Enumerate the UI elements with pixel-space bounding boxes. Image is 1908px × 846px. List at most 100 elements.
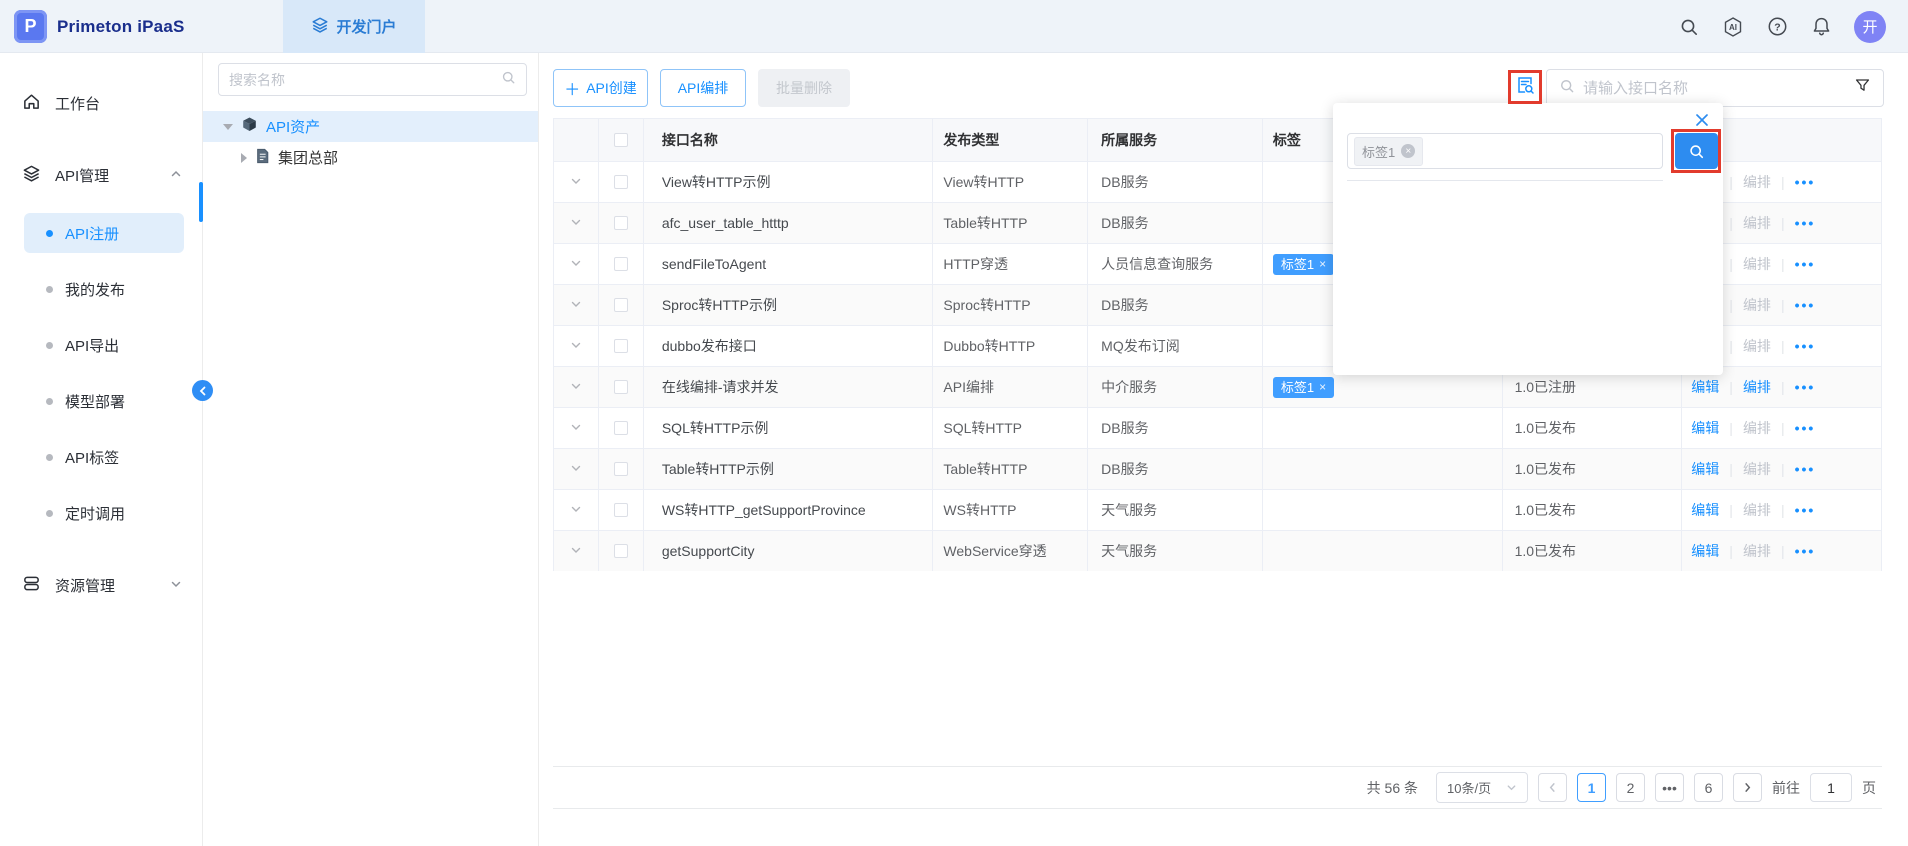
- tree-node-api-assets[interactable]: API资产: [203, 111, 538, 142]
- sidebar-item-scheduled-call[interactable]: 定时调用: [24, 493, 184, 533]
- row-checkbox[interactable]: [614, 380, 628, 394]
- ai-assistant-icon[interactable]: AI: [1722, 16, 1744, 38]
- layers-icon: [22, 164, 41, 187]
- chevron-down-icon[interactable]: [570, 297, 582, 313]
- row-checkbox[interactable]: [614, 216, 628, 230]
- tree-search-box: [218, 63, 527, 96]
- row-action-orchestrate[interactable]: 编排: [1743, 254, 1771, 274]
- row-action-more[interactable]: •••: [1795, 461, 1816, 477]
- api-create-button[interactable]: ＋ API创建: [553, 69, 648, 107]
- tree-expand-icon[interactable]: [223, 124, 233, 130]
- tree-node-api-assets-label: API资产: [266, 116, 320, 137]
- batch-delete-button[interactable]: 批量删除: [758, 69, 850, 107]
- action-divider: |: [1781, 543, 1785, 559]
- row-action-orchestrate[interactable]: 编排: [1743, 172, 1771, 192]
- row-checkbox[interactable]: [614, 462, 628, 476]
- page-number-button[interactable]: 6: [1694, 773, 1723, 802]
- chevron-down-icon[interactable]: [570, 338, 582, 354]
- row-action-edit[interactable]: 编辑: [1691, 541, 1719, 561]
- row-action-more[interactable]: •••: [1795, 256, 1816, 272]
- row-action-more[interactable]: •••: [1795, 297, 1816, 313]
- interface-name-search-input[interactable]: [1583, 80, 1846, 97]
- page-number-button[interactable]: 1: [1577, 773, 1606, 802]
- tree-search-input[interactable]: [229, 72, 501, 88]
- row-interface-name: SQL转HTTP示例: [644, 408, 934, 448]
- tag-filter-input[interactable]: 标签1 ×: [1347, 133, 1663, 169]
- row-checkbox[interactable]: [614, 298, 628, 312]
- chevron-down-icon[interactable]: [570, 379, 582, 395]
- row-action-orchestrate[interactable]: 编排: [1743, 541, 1771, 561]
- tree-node-group-hq[interactable]: 集团总部: [203, 142, 538, 173]
- row-tag-cell: ×: [1263, 408, 1503, 448]
- chevron-down-icon[interactable]: [570, 502, 582, 518]
- row-action-edit[interactable]: 编辑: [1691, 418, 1719, 438]
- row-expand-cell: [554, 162, 599, 202]
- sidebar-item-api-register[interactable]: API注册: [24, 213, 184, 253]
- sidebar-item-api-management[interactable]: API管理: [22, 159, 202, 191]
- search-icon[interactable]: [501, 70, 516, 90]
- row-action-orchestrate[interactable]: 编排: [1743, 336, 1771, 356]
- tag-filter-icon[interactable]: [1515, 75, 1535, 100]
- sidebar-item-resource-management[interactable]: 资源管理: [22, 569, 202, 601]
- row-action-more[interactable]: •••: [1795, 215, 1816, 231]
- user-avatar[interactable]: 开: [1854, 11, 1886, 43]
- chevron-down-icon[interactable]: [570, 543, 582, 559]
- sidebar-item-workbench[interactable]: 工作台: [22, 87, 202, 119]
- sidebar-item-my-publish[interactable]: 我的发布: [24, 269, 184, 309]
- row-action-more[interactable]: •••: [1795, 379, 1816, 395]
- popup-close-icon[interactable]: [1693, 111, 1711, 129]
- header-service: 所属服务: [1088, 119, 1263, 161]
- tag-remove-icon[interactable]: ×: [1319, 381, 1326, 393]
- tag-chip[interactable]: 标签1×: [1273, 254, 1334, 275]
- api-orchestrate-button[interactable]: API编排: [660, 69, 746, 107]
- row-checkbox[interactable]: [614, 257, 628, 271]
- sidebar-item-model-deploy[interactable]: 模型部署: [24, 381, 184, 421]
- popup-search-button[interactable]: [1675, 133, 1718, 169]
- page-size-select[interactable]: 10条/页: [1436, 772, 1528, 803]
- tag-chip[interactable]: 标签1×: [1273, 377, 1334, 398]
- row-action-orchestrate[interactable]: 编排: [1743, 459, 1771, 479]
- page-number-button[interactable]: •••: [1655, 773, 1684, 802]
- row-service: 人员信息查询服务: [1088, 244, 1263, 284]
- help-icon[interactable]: ?: [1766, 16, 1788, 38]
- row-action-edit[interactable]: 编辑: [1691, 500, 1719, 520]
- row-action-more[interactable]: •••: [1795, 543, 1816, 559]
- chip-remove-icon[interactable]: ×: [1401, 144, 1415, 158]
- chevron-down-icon[interactable]: [570, 420, 582, 436]
- row-action-orchestrate[interactable]: 编排: [1743, 418, 1771, 438]
- notification-bell-icon[interactable]: [1810, 16, 1832, 38]
- sidebar-collapse-button[interactable]: [192, 380, 213, 401]
- tree-collapse-icon[interactable]: [241, 153, 247, 163]
- chevron-down-icon[interactable]: [570, 174, 582, 190]
- sidebar-item-api-tags[interactable]: API标签: [24, 437, 184, 477]
- row-checkbox[interactable]: [614, 175, 628, 189]
- tag-remove-icon[interactable]: ×: [1319, 258, 1326, 270]
- global-search-icon[interactable]: [1678, 16, 1700, 38]
- row-action-orchestrate[interactable]: 编排: [1743, 213, 1771, 233]
- row-action-edit[interactable]: 编辑: [1691, 459, 1719, 479]
- prev-page-button[interactable]: [1538, 773, 1567, 802]
- row-action-more[interactable]: •••: [1795, 502, 1816, 518]
- row-action-orchestrate[interactable]: 编排: [1743, 295, 1771, 315]
- row-checkbox[interactable]: [614, 544, 628, 558]
- next-page-button[interactable]: [1733, 773, 1762, 802]
- row-action-orchestrate[interactable]: 编排: [1743, 500, 1771, 520]
- row-action-orchestrate[interactable]: 编排: [1743, 377, 1771, 397]
- chevron-down-icon[interactable]: [570, 461, 582, 477]
- sidebar-item-api-export[interactable]: API导出: [24, 325, 184, 365]
- row-checkbox[interactable]: [614, 503, 628, 517]
- page-number-button[interactable]: 2: [1616, 773, 1645, 802]
- row-action-edit[interactable]: 编辑: [1691, 377, 1719, 397]
- select-all-checkbox[interactable]: [614, 133, 628, 147]
- chevron-down-icon[interactable]: [570, 256, 582, 272]
- filter-funnel-icon[interactable]: [1854, 77, 1871, 99]
- row-checkbox[interactable]: [614, 421, 628, 435]
- row-action-more[interactable]: •••: [1795, 420, 1816, 436]
- row-version-status: 1.0已发布: [1503, 531, 1683, 571]
- goto-page-input[interactable]: [1810, 773, 1852, 802]
- row-action-more[interactable]: •••: [1795, 338, 1816, 354]
- chevron-down-icon[interactable]: [570, 215, 582, 231]
- row-action-more[interactable]: •••: [1795, 174, 1816, 190]
- row-checkbox[interactable]: [614, 339, 628, 353]
- tab-dev-portal[interactable]: 开发门户: [283, 0, 425, 53]
